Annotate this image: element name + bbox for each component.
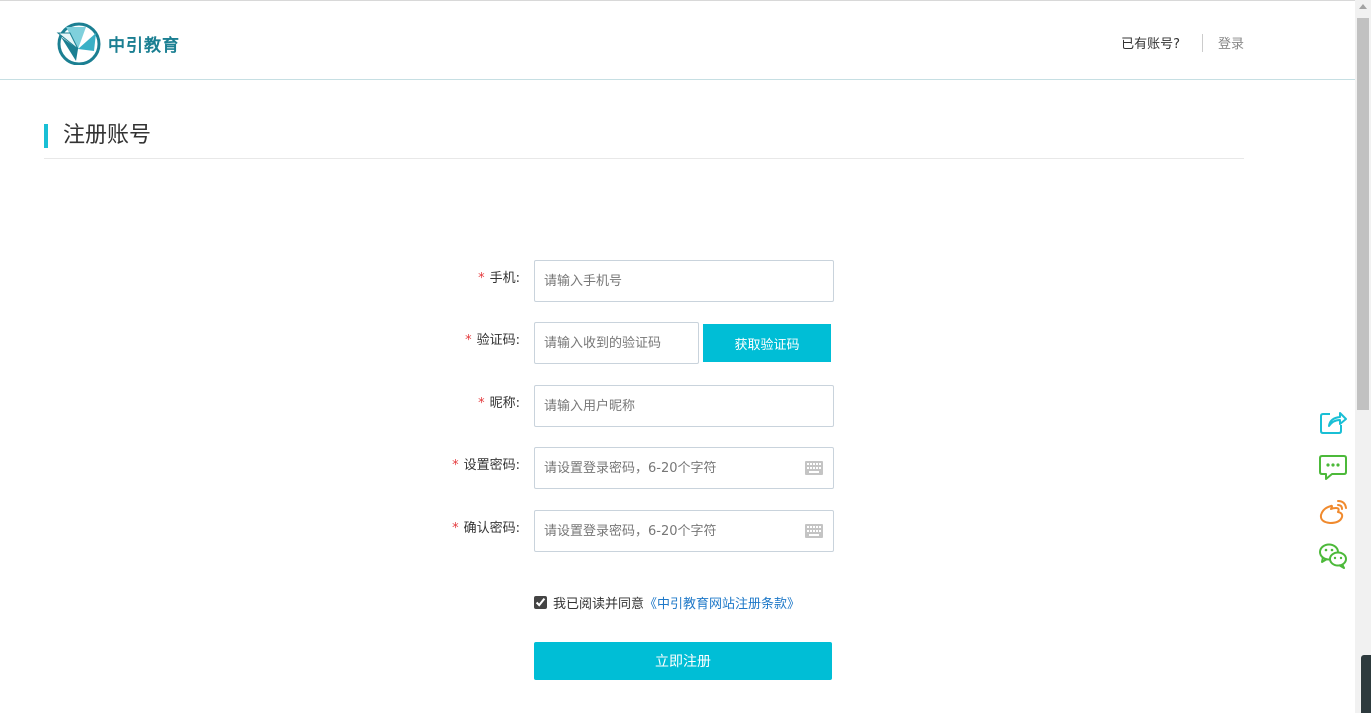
terms-link[interactable]: 《中引教育网站注册条款》	[644, 593, 800, 612]
registration-page: 中引教育 已有账号? 登录 注册账号 *手机: *验证码: 获取验证码 *昵称:	[0, 0, 1355, 713]
required-mark: *	[478, 396, 485, 411]
title-accent-bar	[44, 124, 48, 148]
site-header: 中引教育 已有账号? 登录	[0, 0, 1355, 80]
header-account-links: 已有账号? 登录	[1121, 33, 1244, 52]
required-mark: *	[452, 521, 459, 536]
login-link[interactable]: 登录	[1218, 33, 1244, 52]
nickname-input[interactable]	[534, 385, 834, 427]
nickname-row: * 昵称:	[0, 385, 1355, 427]
phone-row: * 手机:	[0, 260, 1355, 302]
page-title-bar: 注册账号	[44, 122, 1244, 159]
keyboard-icon[interactable]	[805, 461, 823, 475]
nickname-label: * 昵称:	[478, 396, 520, 411]
required-mark: *	[465, 333, 472, 348]
register-button[interactable]: 立即注册	[534, 642, 832, 680]
confirm-password-label: * 确认密码:	[452, 521, 520, 536]
password-row: * 设置密码:	[0, 447, 1355, 489]
confirm-password-input[interactable]	[534, 510, 834, 552]
header-divider	[1201, 33, 1203, 52]
get-code-button[interactable]: 获取验证码	[703, 324, 831, 362]
code-row: *验证码: 获取验证码	[0, 322, 1355, 364]
logo-emblem-icon	[56, 22, 101, 65]
weibo-icon[interactable]	[1318, 497, 1348, 525]
terms-agreement[interactable]: 我已阅读并同意 《中引教育网站注册条款》	[534, 593, 800, 612]
keyboard-icon[interactable]	[805, 524, 823, 538]
confirm-password-row: * 确认密码:	[0, 510, 1355, 552]
scrollbar-thumb[interactable]	[1357, 18, 1369, 410]
agree-checkbox[interactable]	[534, 596, 547, 609]
page-title: 注册账号	[63, 123, 152, 148]
required-mark: *	[478, 271, 485, 286]
site-logo[interactable]: 中引教育	[56, 21, 180, 65]
password-label: * 设置密码:	[452, 458, 520, 473]
logo-text: 中引教育	[108, 35, 180, 56]
phone-label: * 手机:	[478, 271, 520, 286]
scroll-up-arrow-icon[interactable]	[1359, 4, 1367, 9]
have-account-text: 已有账号?	[1121, 37, 1180, 52]
required-mark: *	[452, 458, 459, 473]
agree-text: 我已阅读并同意	[553, 597, 645, 612]
vertical-scrollbar[interactable]	[1355, 0, 1371, 713]
verification-code-input[interactable]	[534, 322, 699, 364]
wechat-icon[interactable]	[1318, 541, 1348, 569]
phone-input[interactable]	[534, 260, 834, 302]
message-icon[interactable]	[1318, 453, 1348, 481]
share-icon[interactable]	[1318, 408, 1348, 436]
code-label: * 验证码:	[465, 333, 520, 348]
floating-widget-tab[interactable]	[1361, 655, 1371, 713]
password-input[interactable]	[534, 447, 834, 489]
